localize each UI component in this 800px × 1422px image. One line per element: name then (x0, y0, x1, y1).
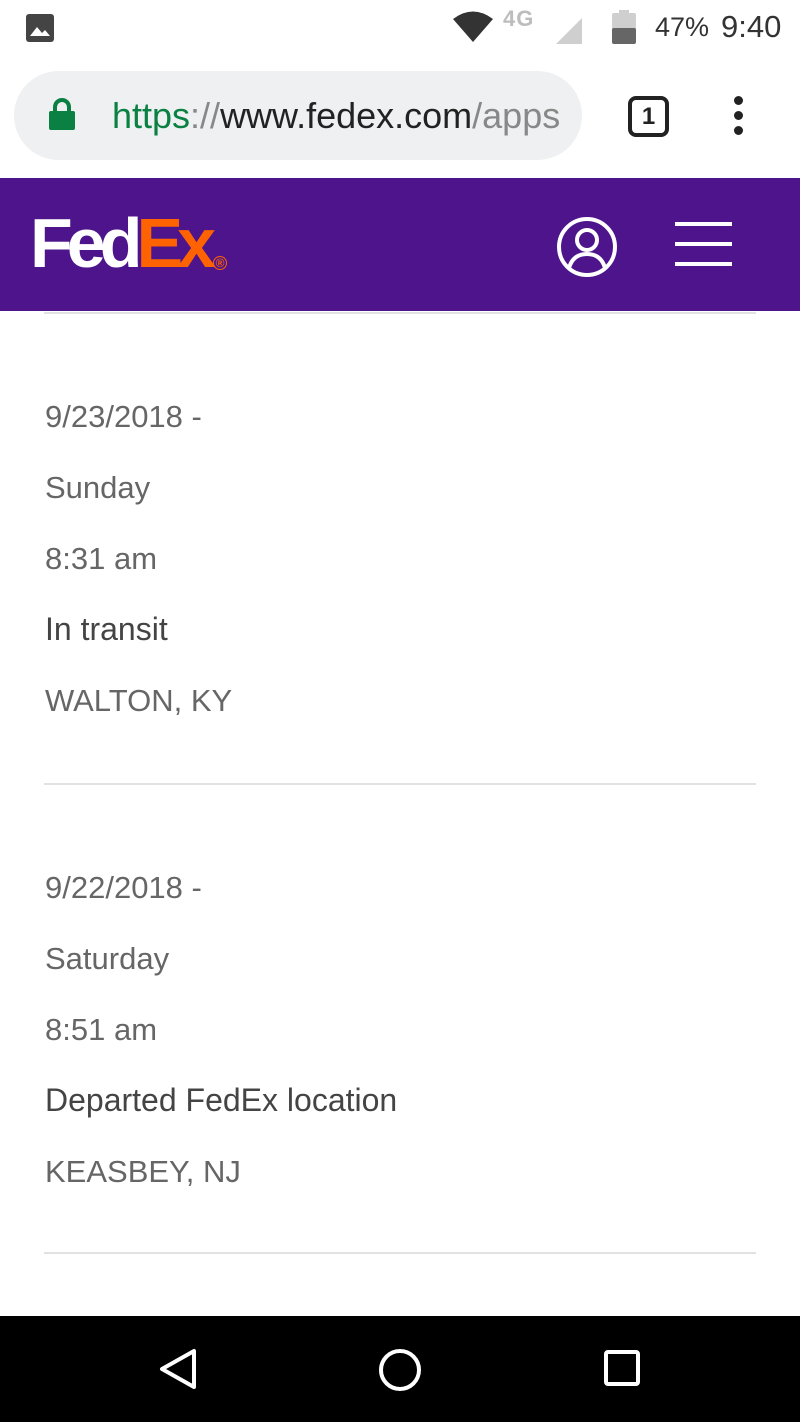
logo-fed: Fed (30, 204, 142, 282)
gallery-icon (26, 14, 54, 42)
url-separator: :// (190, 95, 221, 136)
event-status: Departed FedEx location (45, 1082, 398, 1118)
tracking-history: 9/23/2018 - Sunday 8:31 am In transit WA… (0, 311, 800, 1316)
lock-icon (49, 98, 75, 130)
overflow-menu-icon[interactable] (726, 96, 750, 140)
menu-icon[interactable] (675, 222, 732, 268)
clock: 9:40 (721, 9, 782, 44)
divider (44, 1252, 756, 1254)
address-bar[interactable]: https://www.fedex.com/apps (14, 71, 582, 160)
tab-switcher-button[interactable]: 1 (628, 96, 669, 137)
wifi-icon (453, 11, 493, 42)
signal-icon (556, 18, 582, 44)
fedex-logo[interactable]: FedEx ® (30, 208, 227, 278)
divider (44, 783, 756, 785)
battery-icon (612, 10, 636, 44)
url-host: www.fedex.com (220, 95, 473, 136)
system-nav-bar (0, 1316, 800, 1422)
registered-mark: ® (213, 256, 227, 270)
event-location: KEASBEY, NJ (45, 1154, 241, 1189)
event-time: 8:51 am (45, 1012, 158, 1047)
event-status: In transit (45, 611, 168, 647)
event-date: 9/22/2018 - (45, 870, 202, 905)
travel-event: 9/23/2018 - Sunday 8:31 am In transit WA… (45, 381, 745, 736)
home-icon[interactable] (378, 1348, 422, 1392)
logo-ex: Ex (136, 204, 216, 282)
status-bar: 4G 47% 9:40 (0, 0, 800, 56)
site-header: FedEx ® (0, 178, 800, 311)
url-scheme: https (112, 95, 191, 136)
network-type: 4G (503, 6, 535, 31)
event-day: Saturday (45, 941, 170, 976)
account-icon[interactable] (556, 216, 618, 278)
battery-percent: 47% (655, 12, 710, 42)
url-path: /apps (472, 95, 561, 136)
recents-icon[interactable] (604, 1350, 640, 1386)
divider (44, 312, 756, 314)
event-location: WALTON, KY (45, 683, 233, 718)
browser-toolbar: https://www.fedex.com/apps 1 (0, 56, 800, 178)
event-date: 9/23/2018 - (45, 399, 202, 434)
event-time: 8:31 am (45, 541, 158, 576)
url-text: https://www.fedex.com/apps (112, 94, 560, 138)
travel-event: 9/22/2018 - Saturday 8:51 am Departed Fe… (45, 852, 745, 1207)
event-day: Sunday (45, 470, 151, 505)
back-icon[interactable] (158, 1348, 198, 1390)
